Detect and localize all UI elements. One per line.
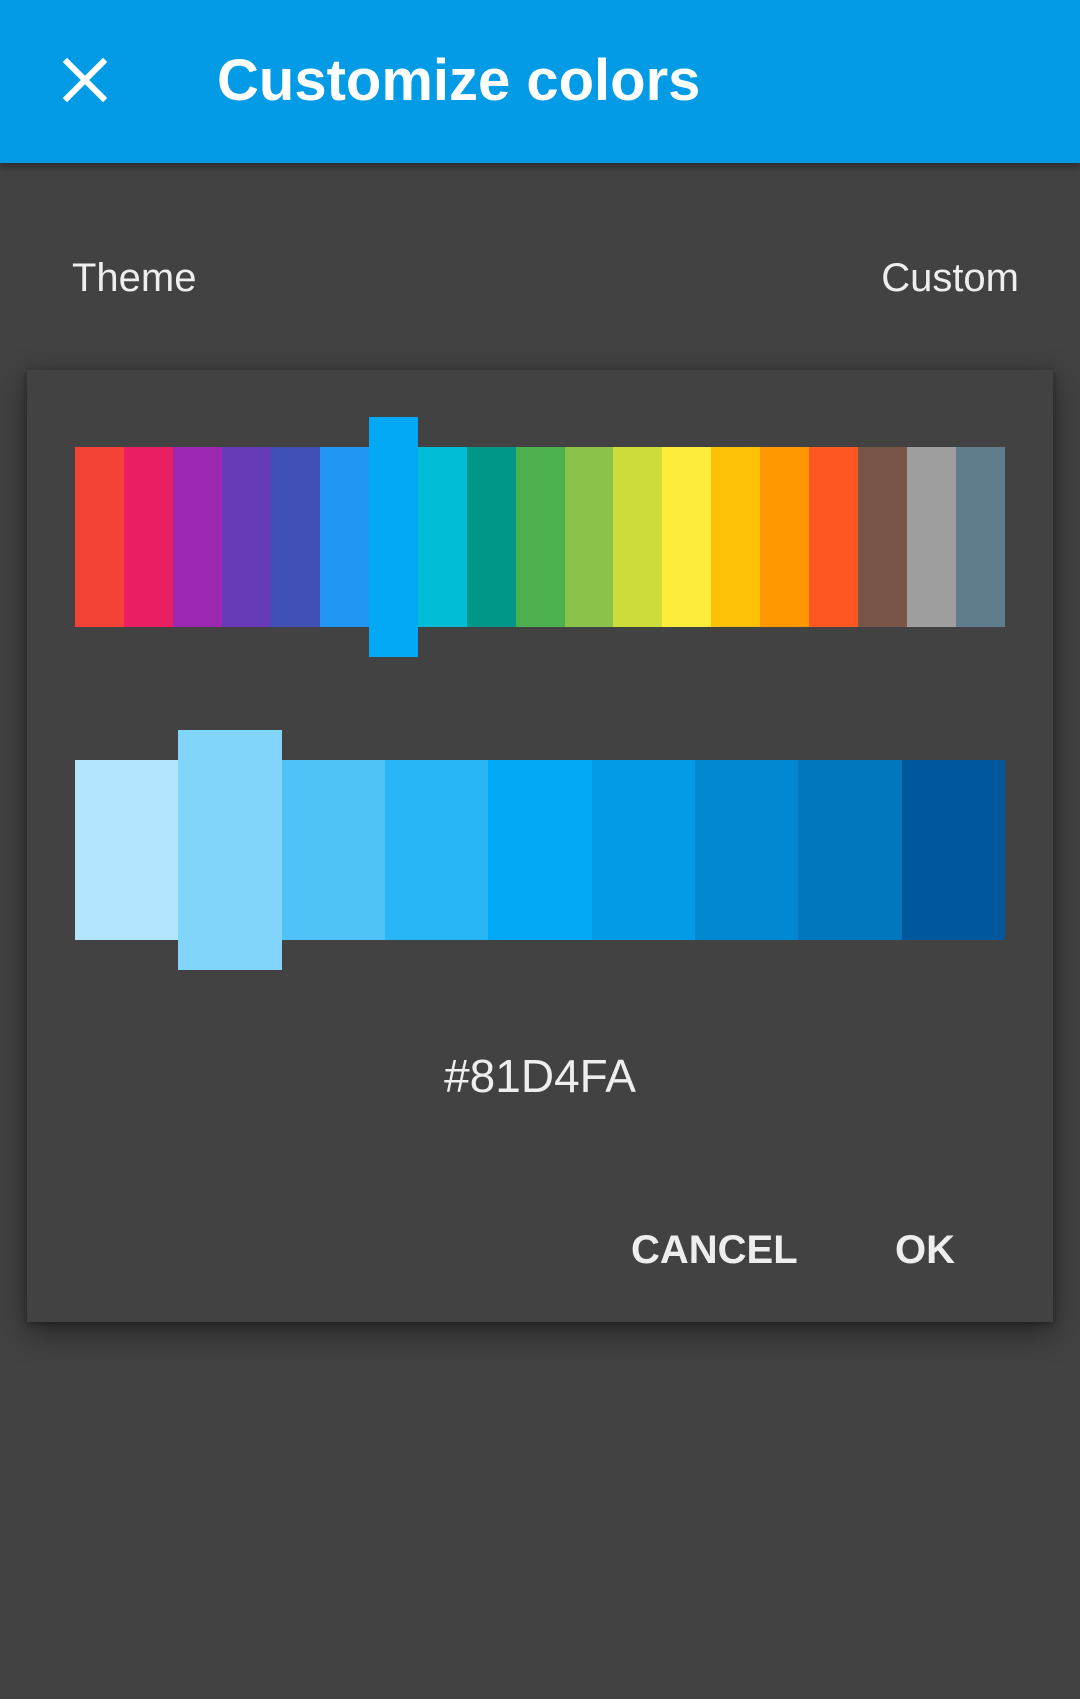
shade-color-swatch[interactable]	[694, 760, 799, 940]
shade-color-swatch[interactable]	[75, 760, 179, 940]
shade-color-swatch[interactable]	[281, 760, 385, 940]
shade-color-swatch[interactable]	[901, 760, 1005, 940]
ok-button[interactable]: OK	[887, 1210, 963, 1290]
primary-color-swatch-selected[interactable]	[368, 417, 418, 657]
theme-setting-row[interactable]: Theme Custom	[0, 238, 1080, 318]
shade-color-swatch[interactable]	[798, 760, 902, 940]
primary-color-swatch[interactable]	[75, 447, 124, 627]
hex-value: #81D4FA	[444, 1050, 636, 1102]
primary-color-swatch[interactable]	[319, 447, 369, 627]
primary-color-swatch[interactable]	[515, 447, 565, 627]
cancel-button[interactable]: CANCEL	[623, 1210, 806, 1290]
theme-label: Theme	[72, 256, 197, 300]
primary-color-swatch[interactable]	[564, 447, 614, 627]
primary-color-swatch[interactable]	[858, 447, 908, 627]
primary-color-swatch[interactable]	[613, 447, 663, 627]
primary-color-swatch[interactable]	[809, 447, 859, 627]
primary-color-swatch[interactable]	[662, 447, 712, 627]
primary-color-swatch[interactable]	[956, 447, 1006, 627]
page-title: Customize colors	[217, 48, 701, 113]
app-bar: Customize colors	[0, 0, 1080, 163]
color-picker-dialog: #81D4FA CANCEL OK	[27, 370, 1053, 1322]
shade-color-palette	[75, 730, 1005, 970]
primary-color-swatch[interactable]	[270, 447, 320, 627]
primary-color-swatch[interactable]	[711, 447, 761, 627]
primary-color-swatch[interactable]	[417, 447, 467, 627]
close-icon	[63, 58, 107, 102]
primary-color-palette	[75, 417, 1006, 657]
shade-color-swatch[interactable]	[591, 760, 695, 940]
shade-color-swatch[interactable]	[384, 760, 489, 940]
primary-color-swatch[interactable]	[907, 447, 957, 627]
primary-color-swatch[interactable]	[466, 447, 516, 627]
primary-color-swatch[interactable]	[123, 447, 173, 627]
primary-color-swatch[interactable]	[172, 447, 222, 627]
primary-color-swatch[interactable]	[221, 447, 271, 627]
shade-color-swatch[interactable]	[488, 760, 592, 940]
theme-value: Custom	[881, 256, 1019, 300]
close-button[interactable]	[40, 40, 130, 120]
primary-color-swatch[interactable]	[760, 447, 810, 627]
shade-color-swatch-selected[interactable]	[178, 730, 282, 970]
